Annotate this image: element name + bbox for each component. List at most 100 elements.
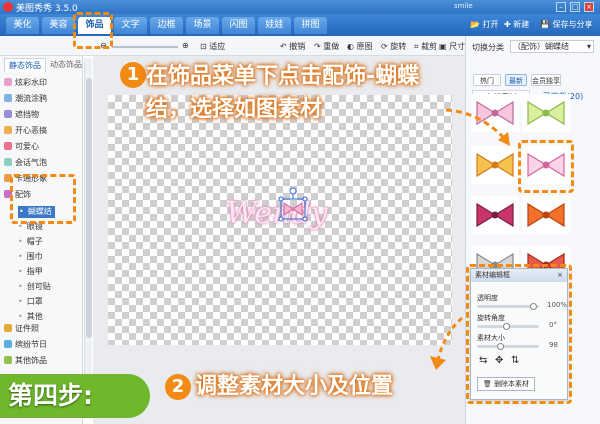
- zoom-in-icon[interactable]: ⊕: [182, 41, 189, 50]
- step2-callout-text: 调整素材大小及位置: [195, 374, 394, 399]
- bow-icon: [476, 202, 514, 228]
- category-icon: [4, 94, 12, 102]
- nav-tab-8[interactable]: 拼图: [294, 17, 327, 34]
- tab-dynamic-accessories[interactable]: 动态饰品: [48, 58, 84, 72]
- nav-tab-1[interactable]: 美容: [42, 17, 75, 34]
- left-scrollbar[interactable]: [84, 58, 92, 418]
- nav-tab-3[interactable]: 文字: [114, 17, 147, 34]
- category-icon: [4, 78, 12, 86]
- save-share-label: 保存与分享: [552, 20, 593, 29]
- left-item-highlight: [10, 174, 76, 224]
- category-icon: [4, 126, 12, 134]
- rotate-label: 旋转: [390, 42, 407, 51]
- undo-button[interactable]: ↶ 撤销: [280, 41, 305, 52]
- category-icon: [4, 340, 12, 348]
- redo-button[interactable]: ↷ 重做: [314, 41, 339, 52]
- left-item-label: 会话气泡: [15, 158, 47, 167]
- left-item-label: 开心恶搞: [15, 126, 47, 135]
- bottom-item-0[interactable]: 证件照: [4, 322, 78, 336]
- category-icon: [4, 110, 12, 118]
- material-thumbnail-2[interactable]: [471, 146, 519, 184]
- nav-tab-0[interactable]: 美化: [6, 17, 39, 34]
- adapt-button[interactable]: ⊡ 适应: [200, 41, 225, 52]
- rotate-handle-icon[interactable]: [289, 187, 297, 195]
- category-select[interactable]: （配饰）蝴蝶结 ▾: [510, 40, 594, 53]
- tab-static-accessories[interactable]: 静态饰品: [4, 58, 46, 72]
- size-label: 尺寸: [449, 42, 466, 51]
- filter-0[interactable]: 热门: [473, 74, 501, 86]
- sub-item-2[interactable]: 帽子: [18, 236, 43, 248]
- bottom-item-1[interactable]: 缤纷节日: [4, 338, 78, 352]
- nav-tab-highlight: [73, 12, 113, 49]
- selected-bow-sticker[interactable]: [278, 186, 308, 224]
- dialog-highlight: [466, 264, 572, 404]
- minimize-icon[interactable]: –: [556, 2, 566, 12]
- sub-item-3[interactable]: 围巾: [18, 251, 43, 263]
- left-item-0[interactable]: 炫彩水印: [4, 76, 78, 90]
- left-item-1[interactable]: 潮流涂鸦: [4, 92, 78, 106]
- category-icon: [4, 142, 12, 150]
- sub-item-5[interactable]: 创可贴: [18, 281, 51, 293]
- open-button[interactable]: 📂 打开: [470, 19, 499, 30]
- nav-tab-6[interactable]: 闪图: [222, 17, 255, 34]
- original-button[interactable]: ◐ 原图: [347, 41, 373, 52]
- rotate-button[interactable]: ⟳ 旋转: [381, 41, 406, 52]
- filter-2[interactable]: 会员独享: [531, 74, 561, 86]
- step1-callout-text: 在饰品菜单下点击配饰-蝴蝶结，选择如图素材: [146, 64, 420, 122]
- left-item-label: 遮挡物: [15, 110, 39, 119]
- left-item-label: 可爱心: [15, 142, 39, 151]
- new-label: 新建: [513, 20, 530, 29]
- material-highlight: [518, 140, 574, 193]
- filter-1[interactable]: 最新: [505, 74, 527, 86]
- material-thumbnail-1[interactable]: [522, 94, 570, 132]
- original-label: 原图: [356, 42, 373, 51]
- nav-tab-4[interactable]: 边框: [150, 17, 183, 34]
- step1-arrow-icon: [445, 108, 510, 146]
- left-item-4[interactable]: 可爱心: [4, 140, 78, 154]
- bow-icon: [476, 152, 514, 178]
- crop-label: 裁剪: [421, 42, 438, 51]
- bottom-item-label: 其他饰品: [15, 356, 47, 365]
- wendy-watermark: Wendy: [226, 196, 328, 231]
- bow-icon: [527, 202, 565, 228]
- zoom-slider[interactable]: [112, 46, 178, 48]
- left-item-label: 潮流涂鸦: [15, 94, 47, 103]
- bow-icon: [527, 100, 565, 126]
- step1-number: 1: [120, 62, 146, 88]
- bottom-item-label: 缤纷节日: [15, 340, 47, 349]
- open-label: 打开: [482, 20, 499, 29]
- close-icon[interactable]: ×: [584, 2, 594, 12]
- crop-button[interactable]: ⌗ 裁剪: [414, 41, 437, 52]
- category-icon: [4, 324, 12, 332]
- new-button[interactable]: ✚ 新建: [504, 19, 529, 30]
- left-item-5[interactable]: 会话气泡: [4, 156, 78, 170]
- bottom-item-label: 证件照: [15, 324, 39, 333]
- category-icon: [4, 158, 12, 166]
- app-logo-icon: [3, 2, 13, 12]
- sub-item-4[interactable]: 指甲: [18, 266, 43, 278]
- adapt-label: 适应: [209, 42, 226, 51]
- material-thumbnail-4[interactable]: [471, 196, 519, 234]
- accessory-category-panel: 静态饰品 动态饰品 炫彩水印潮流涂鸦遮挡物开心恶搞可爱心会话气泡卡通形象配饰 蝴…: [0, 56, 83, 424]
- category-icon: [4, 356, 12, 364]
- left-item-label: 炫彩水印: [15, 78, 47, 87]
- material-thumbnail-5[interactable]: [522, 196, 570, 234]
- redo-label: 重做: [323, 42, 340, 51]
- maximize-icon[interactable]: □: [570, 2, 580, 12]
- category-label: 切换分类: [472, 43, 504, 52]
- sub-item-6[interactable]: 口罩: [18, 296, 43, 308]
- size-button[interactable]: ▣ 尺寸: [439, 41, 465, 52]
- chevron-down-icon: ▾: [586, 42, 591, 51]
- save-share-button[interactable]: 💾 保存与分享: [540, 19, 593, 30]
- left-item-2[interactable]: 遮挡物: [4, 108, 78, 122]
- user-name[interactable]: smile: [454, 2, 473, 10]
- bottom-item-2[interactable]: 其他饰品: [4, 354, 78, 368]
- left-item-3[interactable]: 开心恶搞: [4, 124, 78, 138]
- left-scrollbar-thumb[interactable]: [86, 78, 92, 338]
- nav-tab-7[interactable]: 娃娃: [258, 17, 291, 34]
- nav-tab-5[interactable]: 场景: [186, 17, 219, 34]
- step2-arrow-icon: [430, 316, 464, 370]
- step2-number: 2: [165, 374, 191, 400]
- undo-label: 撤销: [289, 42, 306, 51]
- app-title: 美图秀秀 3.5.0: [16, 4, 78, 14]
